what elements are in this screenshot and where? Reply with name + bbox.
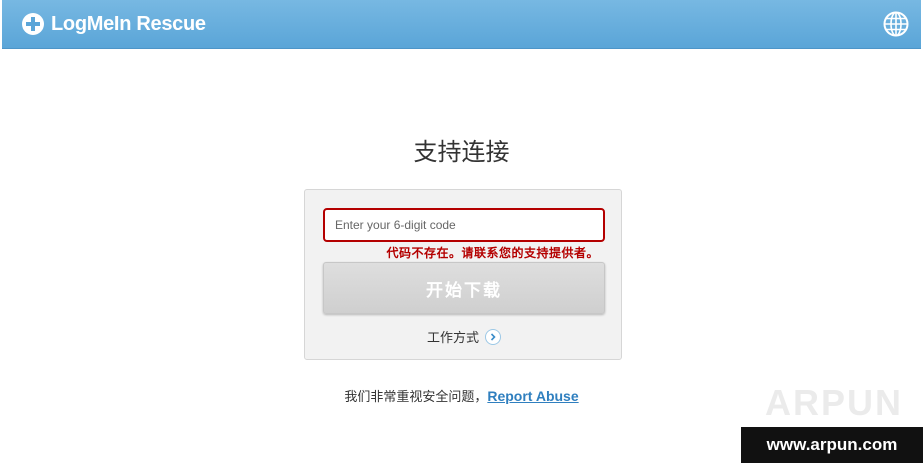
globe-icon[interactable]: [883, 11, 909, 37]
brand-name: LogMeIn Rescue: [51, 12, 206, 35]
connect-panel: 代码不存在。请联系您的支持提供者。 开始下载 工作方式: [304, 189, 622, 360]
start-download-button[interactable]: 开始下载: [323, 262, 605, 314]
security-text: 我们非常重视安全问题，: [344, 390, 488, 405]
error-message: 代码不存在。请联系您的支持提供者。: [386, 246, 599, 260]
how-it-works-link[interactable]: 工作方式: [305, 327, 623, 346]
watermark-url: www.arpun.com: [741, 427, 923, 463]
code-input[interactable]: [323, 208, 605, 242]
watermark-logo: ARPUN: [765, 382, 904, 423]
chevron-right-icon: [485, 328, 501, 345]
plus-circle-icon: [22, 13, 44, 35]
report-abuse-link[interactable]: Report Abuse: [487, 388, 578, 404]
header-bar: LogMeIn Rescue: [2, 0, 921, 49]
page-title: 支持连接: [413, 138, 510, 166]
how-it-works-label: 工作方式: [426, 331, 479, 346]
brand-logo[interactable]: LogMeIn Rescue: [22, 11, 206, 37]
